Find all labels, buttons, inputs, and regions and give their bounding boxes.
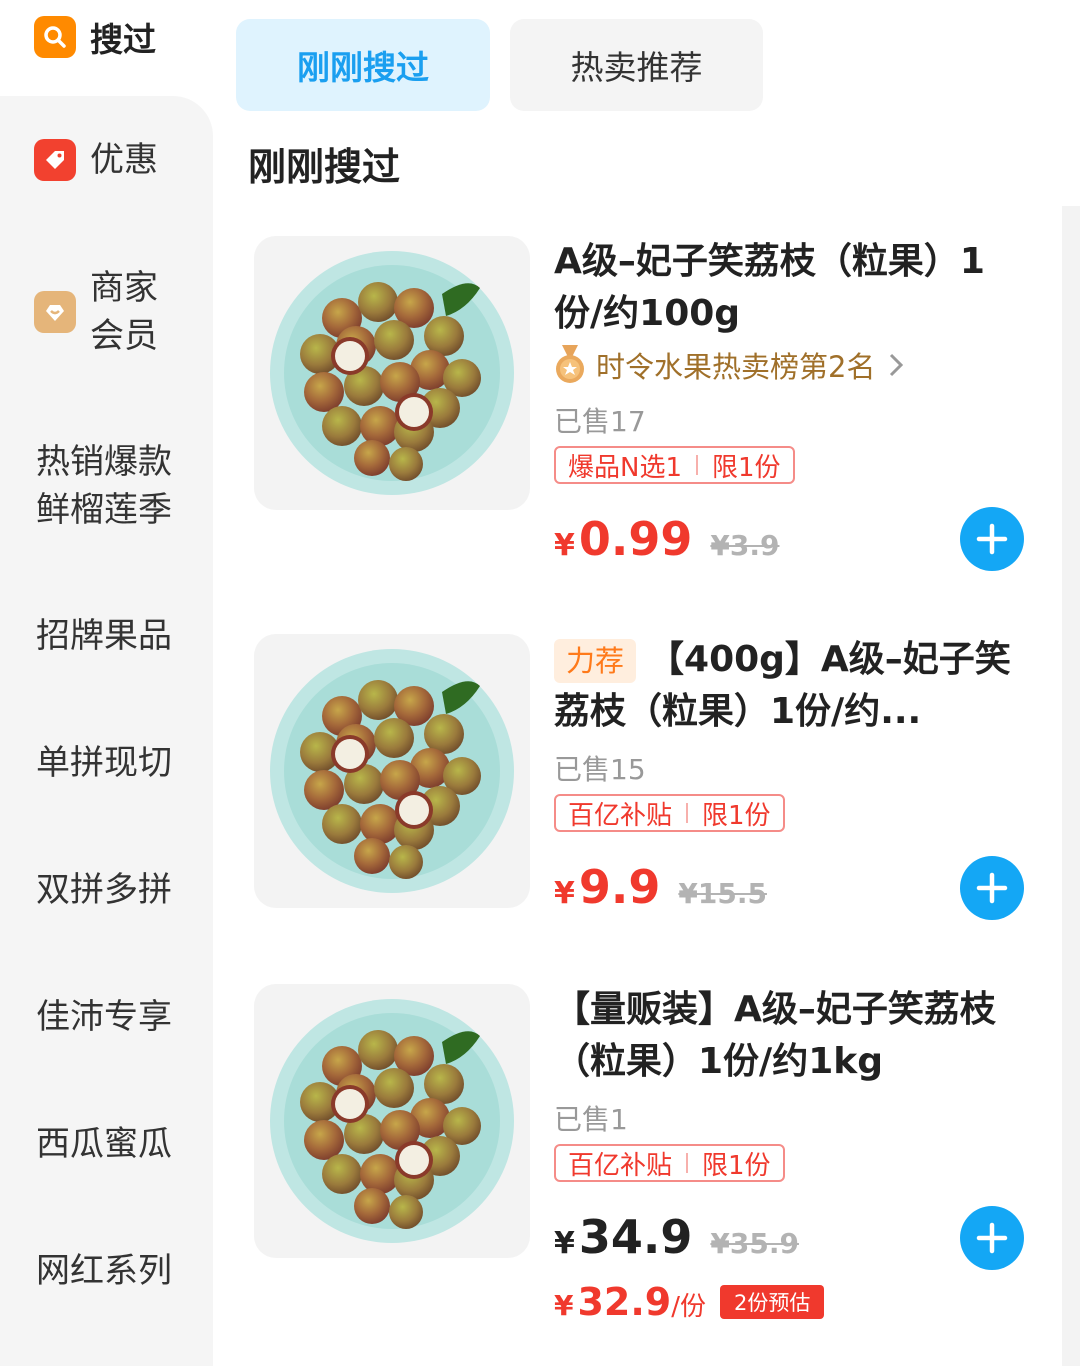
sold-count: 已售1 bbox=[554, 1103, 628, 1136]
product-image[interactable] bbox=[254, 984, 530, 1258]
promo-label: 百亿补贴 bbox=[568, 1150, 673, 1181]
sold-count: 已售15 bbox=[554, 753, 646, 786]
estimated-price-unit: /份 bbox=[671, 1292, 707, 1322]
original-price: ¥15.5 bbox=[678, 877, 767, 910]
price: ¥ 34.9 ¥35.9 bbox=[554, 1210, 799, 1264]
sidebar-item-melon[interactable]: 西瓜蜜瓜 bbox=[0, 1120, 213, 1168]
price-value: 0.99 bbox=[578, 512, 693, 566]
product-title[interactable]: 【量贩装】A级–妃子笑荔枝（粒果）1份/约1kg bbox=[554, 984, 1024, 1088]
product-title[interactable]: 力荐 【400g】A级–妃子笑荔枝（粒果）1份/约... bbox=[554, 634, 1024, 738]
search-label: 搜过 bbox=[90, 20, 156, 59]
product-card[interactable]: A级–妃子笑荔枝（粒果）1份/约100g 时令水果热卖榜第2名 已售17 爆品N… bbox=[213, 236, 1062, 586]
sidebar-item-label: 西瓜蜜瓜 bbox=[36, 1124, 172, 1164]
sidebar-item-label: 会员 bbox=[90, 316, 158, 356]
product-card[interactable]: 【量贩装】A级–妃子笑荔枝（粒果）1份/约1kg 已售1 百亿补贴 限1份 ¥ … bbox=[213, 984, 1062, 1334]
sidebar-item-label: 招牌果品 bbox=[36, 616, 172, 656]
search-icon bbox=[34, 16, 76, 58]
sidebar-item-label: 商家 bbox=[90, 268, 158, 308]
divider bbox=[686, 1153, 689, 1173]
estimated-price: ¥ 32.9 /份 2份预估 bbox=[554, 1280, 825, 1324]
sidebar-search-header[interactable]: 搜过 bbox=[0, 0, 213, 96]
chevron-right-icon bbox=[890, 353, 904, 377]
price-value: 34.9 bbox=[578, 1210, 693, 1264]
sidebar-item-label: 优惠 bbox=[90, 140, 158, 180]
sidebar-item-multi[interactable]: 双拼多拼 bbox=[0, 866, 213, 914]
sidebar-item-hot[interactable]: 热销爆款 鲜榴莲季 bbox=[0, 438, 213, 534]
scrollbar[interactable] bbox=[1062, 206, 1080, 1366]
rank-text: 时令水果热卖榜第2名 bbox=[596, 350, 876, 384]
promo-badge: 爆品N选1 限1份 bbox=[554, 446, 795, 484]
price-value: 9.9 bbox=[578, 860, 661, 914]
sidebar-item-signature[interactable]: 招牌果品 bbox=[0, 612, 213, 660]
sidebar-item-label: 热销爆款 bbox=[36, 442, 172, 482]
sidebar-item-label: 佳沛专享 bbox=[36, 997, 172, 1037]
promo-label: 爆品N选1 bbox=[568, 452, 682, 483]
promo-badge: 百亿补贴 限1份 bbox=[554, 1144, 785, 1182]
product-image[interactable] bbox=[254, 236, 530, 510]
promo-label: 百亿补贴 bbox=[568, 800, 673, 831]
product-image[interactable] bbox=[254, 634, 530, 908]
add-to-cart-button[interactable] bbox=[960, 507, 1024, 571]
price: ¥ 0.99 ¥3.9 bbox=[554, 512, 779, 566]
estimated-price-value: 32.9 bbox=[577, 1280, 672, 1324]
add-to-cart-button[interactable] bbox=[960, 856, 1024, 920]
price: ¥ 9.9 ¥15.5 bbox=[554, 860, 767, 914]
sidebar-item-coupons[interactable]: 优惠 bbox=[0, 136, 213, 184]
sidebar-item-label: 网红系列 bbox=[36, 1251, 172, 1291]
limit-label: 限1份 bbox=[712, 452, 781, 483]
tag-icon bbox=[34, 139, 76, 181]
medal-icon bbox=[556, 345, 584, 383]
currency-symbol: ¥ bbox=[554, 528, 575, 563]
currency-symbol: ¥ bbox=[554, 1289, 574, 1322]
original-price: ¥3.9 bbox=[710, 529, 780, 562]
rank-link[interactable]: 时令水果热卖榜第2名 bbox=[554, 344, 907, 386]
estimate-badge: 2份预估 bbox=[720, 1285, 825, 1319]
divider bbox=[686, 803, 689, 823]
sidebar-item-trending[interactable]: 网红系列 bbox=[0, 1247, 213, 1295]
sidebar-item-label: 单拼现切 bbox=[36, 743, 172, 783]
currency-symbol: ¥ bbox=[554, 876, 575, 911]
product-card[interactable]: 力荐 【400g】A级–妃子笑荔枝（粒果）1份/约... 已售15 百亿补贴 限1… bbox=[213, 634, 1062, 984]
sold-count: 已售17 bbox=[554, 405, 646, 438]
plus-icon bbox=[976, 1222, 1008, 1254]
recommend-tag: 力荐 bbox=[554, 639, 637, 683]
tab-hot-recommend[interactable]: 热卖推荐 bbox=[510, 19, 763, 111]
plus-icon bbox=[976, 872, 1008, 904]
plus-icon bbox=[976, 523, 1008, 555]
section-title: 刚刚搜过 bbox=[248, 145, 401, 189]
sidebar-item-label: 双拼多拼 bbox=[36, 870, 172, 910]
promo-badge: 百亿补贴 限1份 bbox=[554, 794, 785, 832]
sidebar-item-zespri[interactable]: 佳沛专享 bbox=[0, 993, 213, 1041]
limit-label: 限1份 bbox=[702, 1150, 771, 1181]
original-price: ¥35.9 bbox=[710, 1227, 799, 1260]
sidebar-item-single-cut[interactable]: 单拼现切 bbox=[0, 739, 213, 787]
add-to-cart-button[interactable] bbox=[960, 1206, 1024, 1270]
sidebar-item-member[interactable]: 商家 会员 bbox=[0, 264, 213, 360]
limit-label: 限1份 bbox=[702, 800, 771, 831]
sidebar-item-label: 鲜榴莲季 bbox=[36, 490, 172, 530]
tab-recently-searched[interactable]: 刚刚搜过 bbox=[236, 19, 490, 111]
member-icon bbox=[34, 291, 76, 333]
currency-symbol: ¥ bbox=[554, 1226, 575, 1261]
product-title[interactable]: A级–妃子笑荔枝（粒果）1份/约100g bbox=[554, 236, 1024, 340]
divider bbox=[696, 455, 698, 475]
